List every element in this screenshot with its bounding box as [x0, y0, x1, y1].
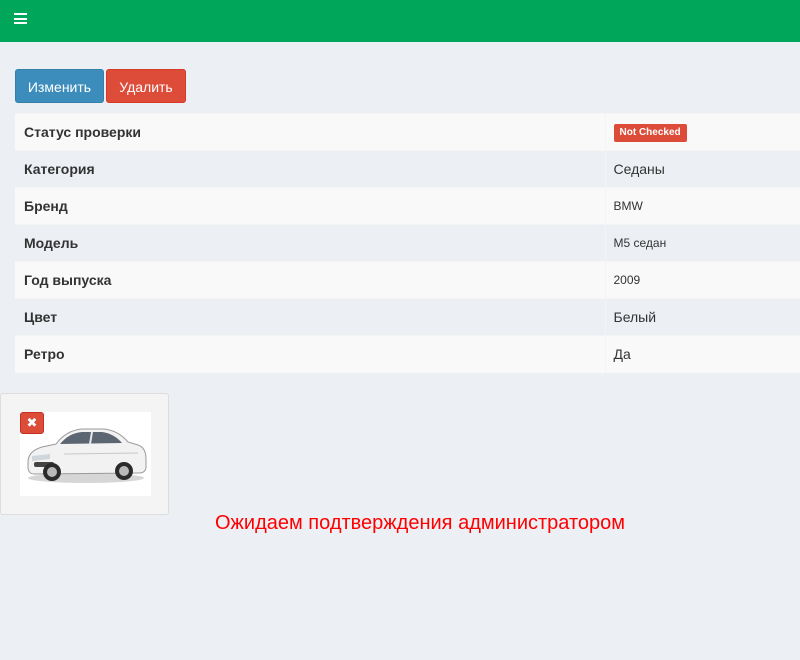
hamburger-icon[interactable]: [14, 13, 27, 24]
edit-button[interactable]: Изменить: [15, 69, 104, 103]
model-value: M5 седан: [604, 224, 800, 262]
retro-label: Ретро: [15, 335, 605, 373]
table-row: Категория Седаны: [15, 150, 800, 188]
table-row: Цвет Белый: [15, 298, 800, 336]
brand-value: BMW: [604, 187, 800, 225]
brand-label: Бренд: [15, 187, 605, 225]
photo-card: ✖: [0, 393, 169, 515]
status-value: Not Checked: [604, 113, 800, 151]
close-icon: ✖: [26, 415, 38, 430]
category-value: Седаны: [604, 150, 800, 188]
table-row: Год выпуска 2009: [15, 261, 800, 299]
table-row: Ретро Да: [15, 335, 800, 373]
model-label: Модель: [15, 224, 605, 262]
details-table: Статус проверки Not Checked Категория Се…: [15, 113, 800, 373]
remove-photo-button[interactable]: ✖: [20, 412, 44, 434]
delete-button[interactable]: Удалить: [106, 69, 186, 103]
status-label: Статус проверки: [15, 113, 605, 151]
table-row: Статус проверки Not Checked: [15, 113, 800, 151]
retro-value: Да: [604, 335, 800, 373]
year-label: Год выпуска: [15, 261, 605, 299]
color-label: Цвет: [15, 298, 605, 336]
color-value: Белый: [604, 298, 800, 336]
status-badge: Not Checked: [613, 124, 687, 142]
top-navbar: [0, 0, 800, 42]
category-label: Категория: [15, 150, 605, 188]
pending-approval-message: Ожидаем подтверждения администратором: [214, 512, 626, 534]
table-row: Бренд BMW: [15, 187, 800, 225]
year-value: 2009: [604, 261, 800, 299]
table-row: Модель M5 седан: [15, 224, 800, 262]
